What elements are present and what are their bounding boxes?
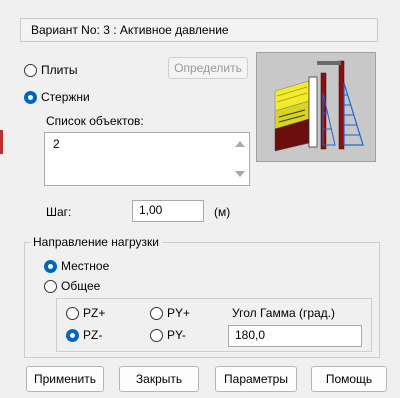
radio-global[interactable]: Общее <box>44 279 100 293</box>
radio-py-plus[interactable]: PY+ <box>150 306 190 320</box>
radio-pz-plus-circle[interactable] <box>66 306 79 320</box>
radio-local-circle[interactable] <box>44 259 57 273</box>
list-item[interactable]: 2 <box>53 137 60 151</box>
radio-bars[interactable]: Стержни <box>24 90 90 104</box>
radio-py-plus-circle[interactable] <box>150 306 163 320</box>
load-scheme-preview <box>256 52 376 162</box>
radio-py-minus-circle[interactable] <box>150 328 163 342</box>
radio-global-circle[interactable] <box>44 279 57 293</box>
radio-plates-label: Плиты <box>41 63 78 77</box>
parameters-button[interactable]: Параметры <box>215 366 297 392</box>
radio-py-minus-label: PY- <box>167 328 186 342</box>
gamma-angle-label: Угол Гамма (град.) <box>232 306 336 320</box>
radio-py-plus-label: PY+ <box>167 306 191 320</box>
scroll-down-icon[interactable] <box>235 171 245 177</box>
close-button[interactable]: Закрыть <box>119 366 199 392</box>
listbox-scrollbar[interactable] <box>231 133 249 185</box>
objects-listbox[interactable]: 2 <box>44 132 250 186</box>
define-button[interactable]: Определить <box>168 57 248 79</box>
load-direction-title: Направление нагрузки <box>30 235 162 249</box>
help-button[interactable]: Помощь <box>311 366 387 392</box>
scroll-up-icon[interactable] <box>235 141 245 147</box>
radio-plates-circle[interactable] <box>24 63 37 77</box>
radio-plates[interactable]: Плиты <box>24 63 77 77</box>
radio-pz-plus-label: PZ+ <box>83 306 106 320</box>
radio-bars-label: Стержни <box>41 90 90 104</box>
gamma-angle-input[interactable]: 180,0 <box>228 325 362 347</box>
radio-pz-minus[interactable]: PZ- <box>66 328 102 342</box>
radio-bars-circle[interactable] <box>24 90 37 104</box>
radio-py-minus[interactable]: PY- <box>150 328 186 342</box>
variant-header: Вариант No: 3 : Активное давление <box>20 18 378 42</box>
objects-list-label: Список объектов: <box>46 114 144 128</box>
radio-pz-minus-label: PZ- <box>83 328 103 342</box>
radio-local[interactable]: Местное <box>44 259 109 273</box>
step-input[interactable]: 1,00 <box>132 200 204 222</box>
step-label: Шаг: <box>46 205 72 219</box>
radio-pz-minus-circle[interactable] <box>66 328 79 342</box>
radio-pz-plus[interactable]: PZ+ <box>66 306 105 320</box>
radio-local-label: Местное <box>61 259 110 273</box>
apply-button[interactable]: Применить <box>26 366 104 392</box>
radio-global-label: Общее <box>61 279 101 293</box>
load-scheme-illustration <box>257 53 375 161</box>
window-edge-marker <box>0 130 3 154</box>
step-unit: (м) <box>214 205 231 219</box>
